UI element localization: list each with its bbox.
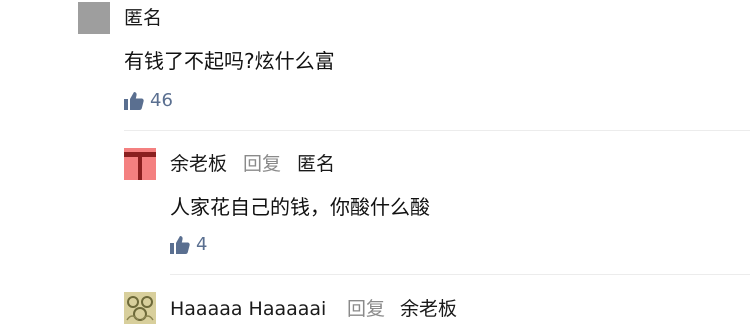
comment-text: 有钱了不起吗?炫什么富 bbox=[124, 49, 335, 73]
like-count: 46 bbox=[150, 90, 173, 111]
like-button[interactable]: 46 bbox=[124, 92, 173, 110]
avatar-pattern bbox=[124, 292, 156, 324]
avatar-pattern bbox=[138, 152, 142, 180]
reply-label: 回复 bbox=[347, 298, 386, 320]
reply-text: 人家花自己的钱，你酸什么酸 bbox=[170, 195, 430, 219]
reply-label: 回复 bbox=[243, 153, 282, 175]
avatar[interactable] bbox=[78, 2, 110, 34]
thumbs-up-icon bbox=[124, 92, 144, 110]
like-button[interactable]: 4 bbox=[170, 236, 207, 254]
reply-to-author[interactable]: 匿名 bbox=[297, 155, 335, 174]
divider bbox=[170, 274, 750, 275]
reply-to-author[interactable]: 余老板 bbox=[400, 300, 457, 319]
avatar[interactable] bbox=[124, 292, 156, 324]
reply-author[interactable]: 余老板 bbox=[170, 155, 227, 174]
like-count: 4 bbox=[196, 234, 208, 255]
comment-author[interactable]: 匿名 bbox=[124, 9, 162, 28]
divider bbox=[124, 130, 750, 131]
reply-author[interactable]: Haaaaa Haaaaai bbox=[170, 300, 326, 319]
thumbs-up-icon bbox=[170, 236, 190, 254]
avatar[interactable] bbox=[124, 148, 156, 180]
